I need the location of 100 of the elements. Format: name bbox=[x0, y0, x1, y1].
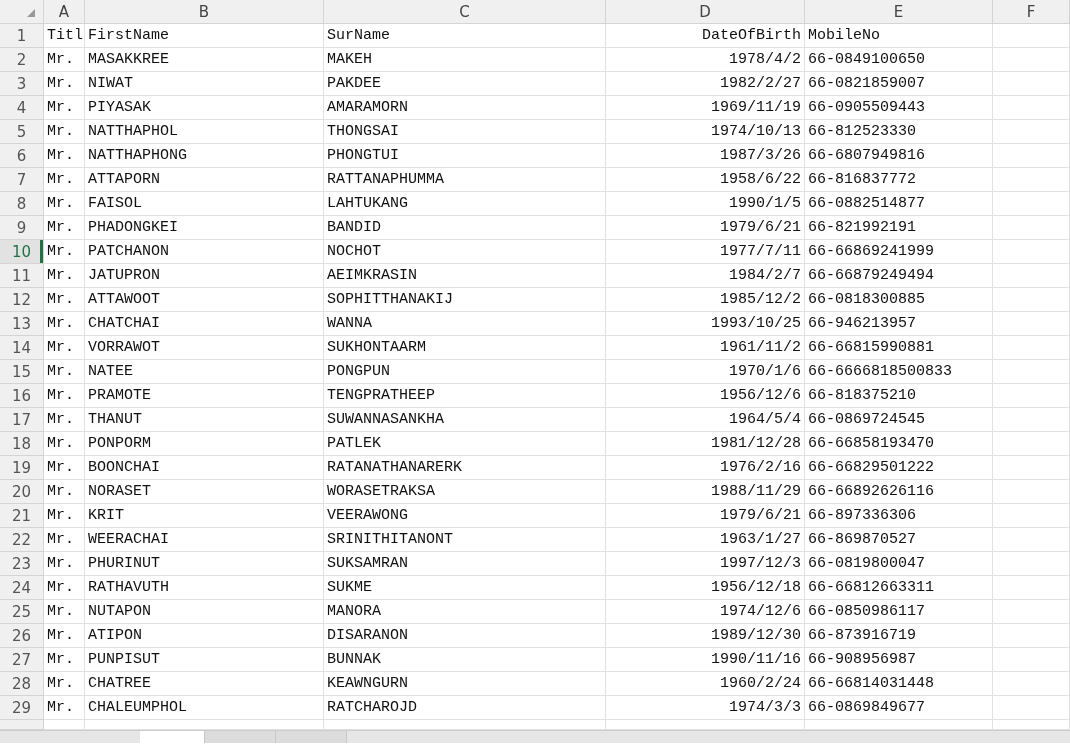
column-header[interactable]: A bbox=[44, 0, 85, 24]
table-cell: 66-66869241999 bbox=[805, 240, 993, 264]
table-cell: Mr. bbox=[44, 432, 85, 456]
row-header[interactable]: 13 bbox=[0, 312, 44, 336]
table-cell: 66-0818300885 bbox=[805, 288, 993, 312]
table-cell: PHADONGKEI bbox=[85, 216, 324, 240]
table-cell: 1958/6/22 bbox=[606, 168, 805, 192]
table-cell: 1956/12/6 bbox=[606, 384, 805, 408]
table-cell: 66-0821859007 bbox=[805, 72, 993, 96]
table-cell: 66-66892626116 bbox=[805, 480, 993, 504]
table-cell: Mr. bbox=[44, 360, 85, 384]
table-cell: Mr. bbox=[44, 696, 85, 720]
table-cell: PONGPUN bbox=[324, 360, 606, 384]
row-header[interactable]: 20 bbox=[0, 480, 44, 504]
row-header[interactable]: 3 bbox=[0, 72, 44, 96]
table-cell: 66-0905509443 bbox=[805, 96, 993, 120]
table-cell: PHONGTUI bbox=[324, 144, 606, 168]
sheet-tab[interactable] bbox=[276, 731, 347, 743]
row-header[interactable]: 7 bbox=[0, 168, 44, 192]
row-header[interactable]: 10 bbox=[0, 240, 44, 264]
table-cell: Titl bbox=[44, 24, 85, 48]
table-cell: 1985/12/2 bbox=[606, 288, 805, 312]
table-cell: PATCHANON bbox=[85, 240, 324, 264]
sheet-tab[interactable] bbox=[205, 731, 276, 743]
row-header[interactable]: 21 bbox=[0, 504, 44, 528]
table-cell: 66-821992191 bbox=[805, 216, 993, 240]
table-cell: Mr. bbox=[44, 552, 85, 576]
row-header[interactable]: 24 bbox=[0, 576, 44, 600]
table-cell: WEERACHAI bbox=[85, 528, 324, 552]
table-cell: Mr. bbox=[44, 192, 85, 216]
row-header[interactable] bbox=[0, 720, 44, 730]
row-header[interactable]: 27 bbox=[0, 648, 44, 672]
table-cell: 1997/12/3 bbox=[606, 552, 805, 576]
table-cell: NOCHOT bbox=[324, 240, 606, 264]
column-header[interactable]: C bbox=[324, 0, 606, 24]
row-header[interactable]: 16 bbox=[0, 384, 44, 408]
table-cell: NATTHAPHOL bbox=[85, 120, 324, 144]
table-cell: 1982/2/27 bbox=[606, 72, 805, 96]
table-cell: DISARANON bbox=[324, 624, 606, 648]
row-header[interactable]: 15 bbox=[0, 360, 44, 384]
row-header[interactable]: 11 bbox=[0, 264, 44, 288]
table-cell: CHATREE bbox=[85, 672, 324, 696]
table-cell: PONPORM bbox=[85, 432, 324, 456]
table-cell: 1974/3/3 bbox=[606, 696, 805, 720]
column-header[interactable]: E bbox=[805, 0, 993, 24]
table-cell: DateOfBirth bbox=[606, 24, 805, 48]
table-cell: LAHTUKANG bbox=[324, 192, 606, 216]
row-header[interactable]: 5 bbox=[0, 120, 44, 144]
table-cell: Mr. bbox=[44, 576, 85, 600]
column-header[interactable]: B bbox=[85, 0, 324, 24]
table-cell: NATTHAPHONG bbox=[85, 144, 324, 168]
row-header[interactable]: 25 bbox=[0, 600, 44, 624]
table-cell: Mr. bbox=[44, 288, 85, 312]
table-cell: RATTANAPHUMMA bbox=[324, 168, 606, 192]
row-header[interactable]: 26 bbox=[0, 624, 44, 648]
table-cell: 66-66879249494 bbox=[805, 264, 993, 288]
table-cell: Mr. bbox=[44, 648, 85, 672]
table-cell: 66-66858193470 bbox=[805, 432, 993, 456]
table-cell: Mr. bbox=[44, 504, 85, 528]
row-header[interactable]: 22 bbox=[0, 528, 44, 552]
row-header[interactable]: 9 bbox=[0, 216, 44, 240]
row-header[interactable]: 14 bbox=[0, 336, 44, 360]
table-cell: 1979/6/21 bbox=[606, 216, 805, 240]
table-cell: 1974/12/6 bbox=[606, 600, 805, 624]
column-header[interactable]: D bbox=[606, 0, 805, 24]
table-cell: JATUPRON bbox=[85, 264, 324, 288]
table-cell: BUNNAK bbox=[324, 648, 606, 672]
table-cell: PUNPISUT bbox=[85, 648, 324, 672]
table-cell: SOPHITTHANAKIJ bbox=[324, 288, 606, 312]
row-header[interactable]: 23 bbox=[0, 552, 44, 576]
table-cell: 1990/11/16 bbox=[606, 648, 805, 672]
row-header[interactable]: 29 bbox=[0, 696, 44, 720]
row-header[interactable]: 2 bbox=[0, 48, 44, 72]
table-cell: BANDID bbox=[324, 216, 606, 240]
table-cell: 66-0869849677 bbox=[805, 696, 993, 720]
table-cell: NIWAT bbox=[85, 72, 324, 96]
row-header[interactable]: 1 bbox=[0, 24, 44, 48]
table-cell: 66-0819800047 bbox=[805, 552, 993, 576]
column-header[interactable]: F bbox=[993, 0, 1070, 24]
sheet-tab[interactable] bbox=[140, 731, 205, 743]
table-cell: WANNA bbox=[324, 312, 606, 336]
table-cell: PIYASAK bbox=[85, 96, 324, 120]
table-cell: RATANATHANARERK bbox=[324, 456, 606, 480]
row-header[interactable]: 18 bbox=[0, 432, 44, 456]
table-cell: 66-6807949816 bbox=[805, 144, 993, 168]
table-cell: 66-0869724545 bbox=[805, 408, 993, 432]
row-header[interactable]: 4 bbox=[0, 96, 44, 120]
table-cell: BOONCHAI bbox=[85, 456, 324, 480]
table-cell: Mr. bbox=[44, 144, 85, 168]
table-cell: NORASET bbox=[85, 480, 324, 504]
row-header[interactable]: 28 bbox=[0, 672, 44, 696]
row-header[interactable]: 17 bbox=[0, 408, 44, 432]
row-header[interactable]: 6 bbox=[0, 144, 44, 168]
select-all-icon[interactable] bbox=[27, 9, 35, 17]
table-cell: Mr. bbox=[44, 96, 85, 120]
table-cell: WORASETRAKSA bbox=[324, 480, 606, 504]
row-header[interactable]: 12 bbox=[0, 288, 44, 312]
table-cell: 1976/2/16 bbox=[606, 456, 805, 480]
row-header[interactable]: 8 bbox=[0, 192, 44, 216]
row-header[interactable]: 19 bbox=[0, 456, 44, 480]
